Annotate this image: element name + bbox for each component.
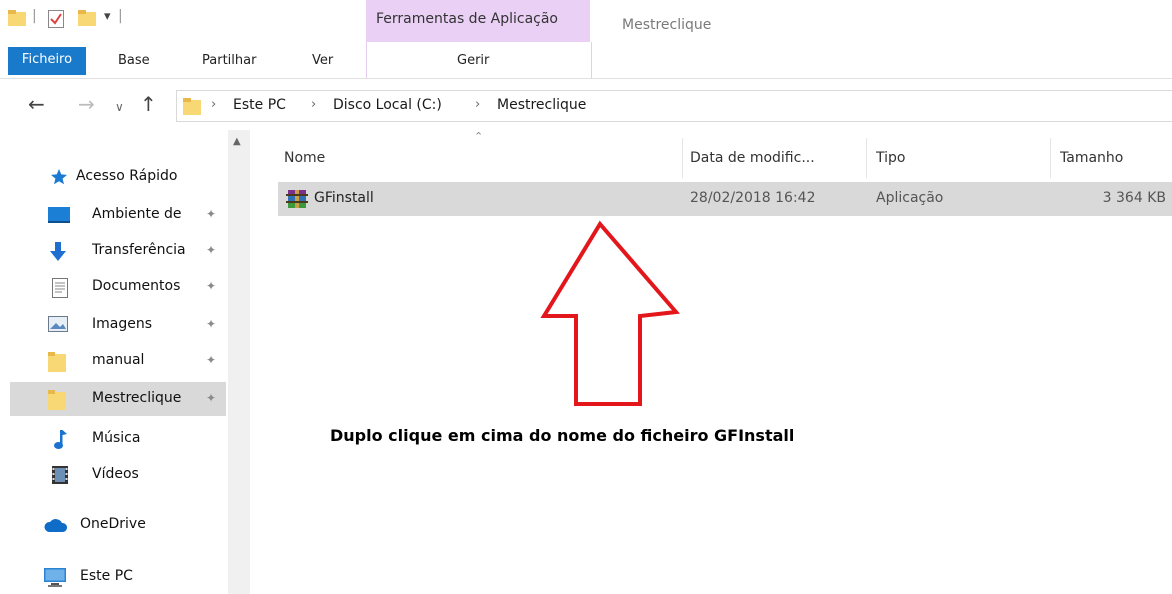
nav-item-imagens[interactable]: Imagens ✦ <box>10 308 226 342</box>
pin-icon[interactable]: ✦ <box>206 243 216 257</box>
pin-icon[interactable]: ✦ <box>206 317 216 331</box>
nav-item-acesso-rapido[interactable]: Acesso Rápido <box>10 160 226 194</box>
navigation-scrollbar[interactable]: ▲ <box>228 130 250 594</box>
nav-item-label: Vídeos <box>92 466 139 482</box>
annotation-arrow <box>540 220 680 406</box>
documents-icon <box>52 278 72 298</box>
folder-icon <box>183 97 201 119</box>
nav-item-label: manual <box>92 352 145 368</box>
file-date: 28/02/2018 16:42 <box>690 190 816 206</box>
address-bar[interactable]: › Este PC › Disco Local (C:) › Mestrecli… <box>176 90 1172 122</box>
annotation-text: Duplo clique em cima do nome do ficheiro… <box>330 426 795 445</box>
pin-icon[interactable]: ✦ <box>206 279 216 293</box>
breadcrumb-este-pc[interactable]: Este PC <box>233 97 286 113</box>
column-header-nome[interactable]: Nome <box>284 138 325 178</box>
pc-icon <box>44 568 66 587</box>
column-divider[interactable] <box>1050 138 1051 178</box>
breadcrumb-separator[interactable]: › <box>475 97 480 112</box>
context-tab-group: Ferramentas de Aplicação <box>366 0 590 42</box>
column-divider[interactable] <box>866 138 867 178</box>
pin-icon[interactable]: ✦ <box>206 353 216 367</box>
pictures-icon <box>48 316 68 334</box>
folder-icon <box>48 390 68 410</box>
window-title: Mestreclique <box>622 17 712 33</box>
up-arrow-icon[interactable]: ↑ <box>140 92 157 116</box>
onedrive-icon <box>44 518 68 536</box>
tab-ficheiro[interactable]: Ficheiro <box>8 47 86 75</box>
nav-item-label: Música <box>92 430 141 446</box>
winrar-installer-icon <box>286 188 308 214</box>
nav-item-label: Mestreclique <box>92 390 182 406</box>
nav-item-mestreclique[interactable]: Mestreclique ✦ <box>10 382 226 416</box>
nav-item-manual[interactable]: manual ✦ <box>10 344 226 378</box>
pin-icon[interactable]: ✦ <box>206 207 216 221</box>
file-type: Aplicação <box>876 190 944 206</box>
new-folder-icon[interactable] <box>78 10 96 30</box>
toolbar-divider: | <box>32 8 37 24</box>
column-header-tamanho[interactable]: Tamanho <box>1060 138 1123 178</box>
videos-icon <box>52 466 72 484</box>
nav-item-este-pc[interactable]: Este PC <box>10 560 226 594</box>
sort-ascending-icon: ⌃ <box>474 130 484 143</box>
back-arrow-icon[interactable]: ← <box>28 92 45 116</box>
folder-icon[interactable] <box>8 10 26 30</box>
nav-item-label: Transferência <box>92 242 186 258</box>
nav-item-videos[interactable]: Vídeos <box>10 458 226 492</box>
star-icon <box>50 168 70 186</box>
ribbon-tabs: Ficheiro Base Partilhar Ver Gerir <box>0 42 1172 79</box>
breadcrumb-disco-local[interactable]: Disco Local (C:) <box>333 97 442 113</box>
nav-item-onedrive[interactable]: OneDrive <box>10 508 226 542</box>
navigation-bar: ← → ∨ ↑ › Este PC › Disco Local (C:) › M… <box>0 86 1172 126</box>
file-name[interactable]: GFinstall <box>314 190 374 206</box>
pin-icon[interactable]: ✦ <box>206 391 216 405</box>
nav-item-musica[interactable]: Música <box>10 422 226 456</box>
toolbar-divider: | <box>118 8 123 24</box>
tab-ver[interactable]: Ver <box>312 46 333 76</box>
breadcrumb-mestreclique[interactable]: Mestreclique <box>497 97 586 113</box>
column-divider[interactable] <box>682 138 683 178</box>
column-header-data[interactable]: Data de modific... <box>690 138 815 178</box>
breadcrumb-separator[interactable]: › <box>311 97 316 112</box>
nav-item-ambiente[interactable]: Ambiente de ✦ <box>10 198 226 232</box>
folder-icon <box>48 352 68 372</box>
nav-item-label: Este PC <box>80 568 133 584</box>
file-size: 3 364 KB <box>1102 190 1166 206</box>
nav-item-label: Acesso Rápido <box>76 168 178 184</box>
chevron-down-icon[interactable]: ∨ <box>115 95 124 119</box>
customize-toolbar-icon[interactable]: ▾ <box>104 9 111 24</box>
tab-gerir[interactable]: Gerir <box>457 46 489 76</box>
download-icon <box>48 242 68 261</box>
desktop-icon <box>48 206 70 224</box>
context-group-label: Ferramentas de Aplicação <box>376 11 558 27</box>
column-header-tipo[interactable]: Tipo <box>876 138 905 178</box>
nav-item-label: OneDrive <box>80 516 146 532</box>
nav-item-documentos[interactable]: Documentos ✦ <box>10 270 226 304</box>
forward-arrow-icon[interactable]: → <box>78 92 95 116</box>
scroll-up-icon[interactable]: ▲ <box>233 136 241 147</box>
nav-item-label: Imagens <box>92 316 153 332</box>
music-icon <box>54 430 74 449</box>
navigation-pane: Acesso Rápido Ambiente de ✦ Transferênci… <box>0 130 232 594</box>
tab-base[interactable]: Base <box>118 46 150 76</box>
file-list: ⌃ Nome Data de modific... Tipo Tamanho G… <box>270 130 1172 594</box>
breadcrumb-separator[interactable]: › <box>211 97 216 112</box>
tab-partilhar[interactable]: Partilhar <box>202 46 256 76</box>
nav-item-transferencias[interactable]: Transferência ✦ <box>10 234 226 268</box>
properties-icon[interactable] <box>48 10 64 32</box>
file-row-gfinstall[interactable]: GFinstall 28/02/2018 16:42 Aplicação 3 3… <box>278 182 1172 216</box>
nav-item-label: Ambiente de <box>92 206 182 222</box>
nav-item-label: Documentos <box>92 278 181 294</box>
